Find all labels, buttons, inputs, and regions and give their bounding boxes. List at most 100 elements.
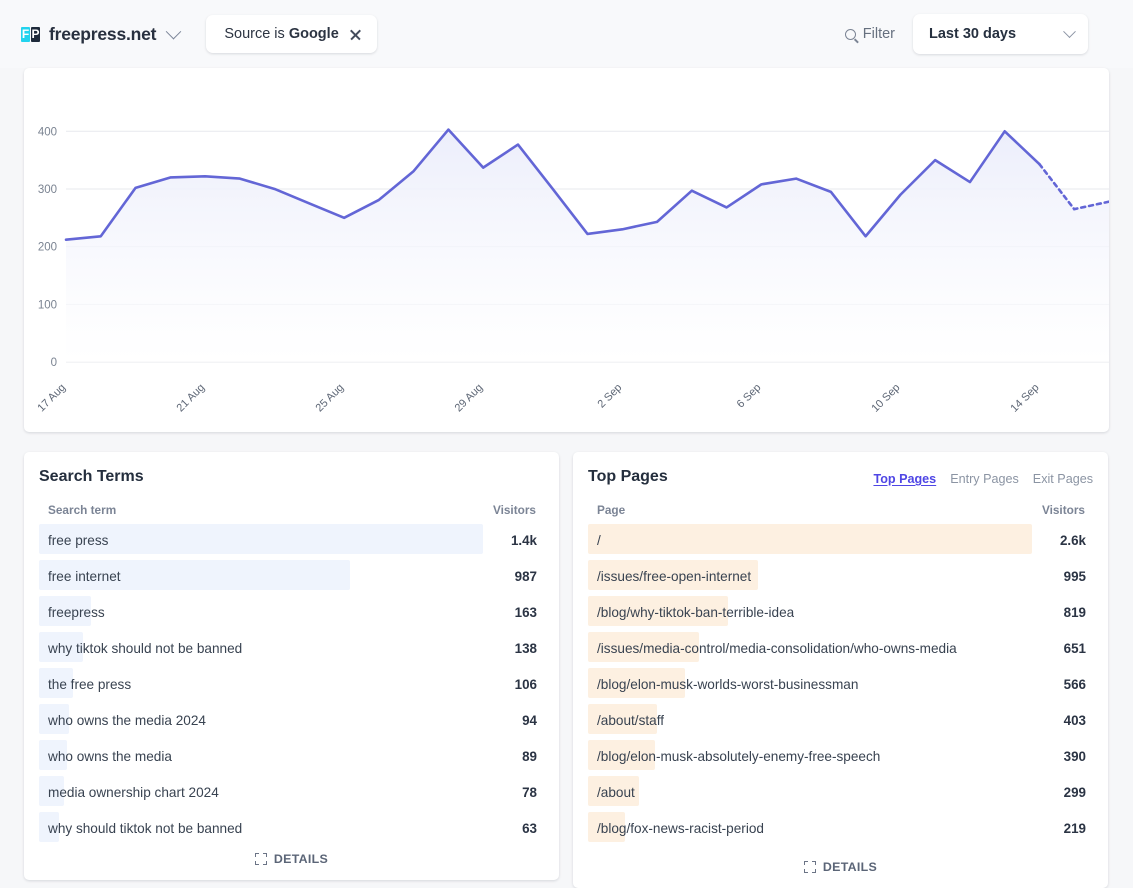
row-label[interactable]: /issues/media-control/media-consolidatio… [588, 641, 957, 656]
table-row[interactable]: / 2.6k [588, 522, 1093, 558]
row-label[interactable]: who owns the media [39, 749, 172, 764]
row-label[interactable]: who owns the media 2024 [39, 713, 206, 728]
filter-button-label: Filter [862, 26, 895, 42]
close-icon[interactable] [349, 28, 362, 41]
x-axis-tick-label: 17 Aug [35, 382, 68, 415]
chevron-down-icon [166, 23, 182, 39]
y-axis-tick-label: 100 [38, 299, 57, 311]
table-row[interactable]: /blog/fox-news-racist-period 219 [588, 810, 1093, 846]
details-label: DETAILS [273, 852, 329, 866]
table-row[interactable]: /blog/elon-musk-absolutely-enemy-free-sp… [588, 738, 1093, 774]
table-row[interactable]: /issues/free-open-internet 995 [588, 558, 1093, 594]
top-pages-tabs: Top Pages Entry Pages Exit Pages [873, 468, 1093, 486]
row-value: 94 [522, 712, 537, 728]
visitors-chart-card: 0 100 200 300 400 17 Aug 21 Aug 25 Aug 29 Aug 2 S… [24, 68, 1109, 432]
row-value: 89 [522, 748, 537, 764]
date-range-value: Last 30 days [929, 26, 1017, 42]
row-label[interactable]: media ownership chart 2024 [39, 785, 219, 800]
table-row[interactable]: who owns the media 2024 94 [39, 702, 544, 738]
details-label: DETAILS [822, 860, 878, 874]
column-header-term: Search term [48, 503, 117, 517]
top-pages-header: Top Pages Top Pages Entry Pages Exit Pages [588, 468, 1093, 486]
table-row[interactable]: /about/staff 403 [588, 702, 1093, 738]
table-row[interactable]: /issues/media-control/media-consolidatio… [588, 630, 1093, 666]
column-header-visitors: Visitors [1041, 503, 1085, 517]
tab-exit-pages[interactable]: Exit Pages [1033, 472, 1093, 486]
table-row[interactable]: why should tiktok not be banned 63 [39, 810, 544, 846]
search-terms-list: free press 1.4k free internet 987 freepress 1… [39, 522, 544, 846]
row-value: 78 [522, 784, 537, 800]
x-axis-tick-label: 14 Sep [1008, 382, 1041, 415]
row-label[interactable]: free internet [39, 569, 121, 584]
row-value: 106 [514, 676, 537, 692]
search-terms-details-button[interactable]: DETAILS [24, 852, 559, 866]
y-axis-tick-label: 200 [38, 242, 57, 254]
row-label[interactable]: /blog/elon-musk-worlds-worst-businessman [588, 677, 858, 692]
panel-title: Top Pages [588, 468, 668, 485]
top-bar: F P freepress.net Source is Google Filte… [0, 0, 1133, 68]
site-switcher[interactable]: F P freepress.net [21, 23, 182, 45]
expand-icon [803, 861, 816, 873]
filter-pill-text: Source is Google [224, 26, 338, 42]
row-value: 138 [514, 640, 537, 656]
row-value: 63 [522, 820, 537, 836]
logo-letter-p: P [31, 26, 40, 42]
row-label[interactable]: why should tiktok not be banned [39, 821, 242, 836]
table-row[interactable]: /blog/why-tiktok-ban-terrible-idea 819 [588, 594, 1093, 630]
row-label[interactable]: / [588, 533, 601, 548]
column-header-visitors: Visitors [492, 503, 536, 517]
y-axis-tick-label: 0 [51, 357, 57, 369]
expand-icon [254, 853, 267, 865]
table-row[interactable]: /blog/elon-musk-worlds-worst-businessman… [588, 666, 1093, 702]
table-row[interactable]: media ownership chart 2024 78 [39, 774, 544, 810]
search-terms-panel: Search Terms Search term Visitors free p… [24, 452, 559, 880]
row-label[interactable]: freepress [39, 605, 105, 620]
row-value: 566 [1063, 676, 1086, 692]
row-label[interactable]: free press [39, 533, 108, 548]
row-label[interactable]: /blog/fox-news-racist-period [588, 821, 764, 836]
search-icon [844, 28, 856, 40]
tab-top-pages[interactable]: Top Pages [873, 472, 936, 486]
site-name: freepress.net [49, 23, 157, 44]
top-pages-column-headers: Page Visitors [588, 503, 1093, 517]
table-row[interactable]: /about 299 [588, 774, 1093, 810]
row-value: 995 [1063, 568, 1086, 584]
tab-entry-pages[interactable]: Entry Pages [950, 472, 1019, 486]
search-terms-column-headers: Search term Visitors [39, 503, 544, 517]
row-label[interactable]: /blog/elon-musk-absolutely-enemy-free-sp… [588, 749, 880, 764]
date-range-select[interactable]: Last 30 days [913, 14, 1088, 54]
panel-title: Search Terms [39, 468, 144, 485]
table-row[interactable]: the free press 106 [39, 666, 544, 702]
top-pages-details-button[interactable]: DETAILS [573, 860, 1108, 874]
row-value: 1.4k [510, 532, 537, 548]
visitors-area-chart[interactable]: 0 100 200 300 400 17 Aug 21 Aug 25 Aug 29 Aug 2 S… [24, 68, 1109, 432]
row-value: 987 [514, 568, 537, 584]
table-row[interactable]: why tiktok should not be banned 138 [39, 630, 544, 666]
row-label[interactable]: why tiktok should not be banned [39, 641, 242, 656]
row-label[interactable]: /about [588, 785, 635, 800]
top-bar-right: Filter Last 30 days [844, 14, 1088, 54]
filter-pill-prefix: Source is [224, 26, 285, 42]
table-row[interactable]: free press 1.4k [39, 522, 544, 558]
row-value: 390 [1063, 748, 1086, 764]
x-axis-tick-label: 29 Aug [453, 382, 486, 415]
table-row[interactable]: free internet 987 [39, 558, 544, 594]
logo-letter-f: F [21, 26, 30, 42]
row-label[interactable]: the free press [39, 677, 131, 692]
active-filter-pill[interactable]: Source is Google [206, 15, 377, 53]
freepress-logo-icon: F P [21, 26, 40, 42]
x-axis-tick-label: 21 Aug [174, 382, 207, 415]
row-label[interactable]: /blog/why-tiktok-ban-terrible-idea [588, 605, 794, 620]
x-axis-tick-label: 25 Aug [314, 382, 347, 415]
filter-button[interactable]: Filter [844, 26, 895, 42]
y-axis-tick-label: 400 [38, 126, 57, 138]
chevron-down-icon [1063, 24, 1076, 38]
row-label[interactable]: /about/staff [588, 713, 664, 728]
row-label[interactable]: /issues/free-open-internet [588, 569, 751, 584]
row-value: 163 [514, 604, 537, 620]
table-row[interactable]: who owns the media 89 [39, 738, 544, 774]
filter-pill-value: Google [288, 26, 339, 42]
row-value: 219 [1063, 820, 1086, 836]
table-row[interactable]: freepress 163 [39, 594, 544, 630]
y-axis-tick-label: 300 [38, 184, 57, 196]
